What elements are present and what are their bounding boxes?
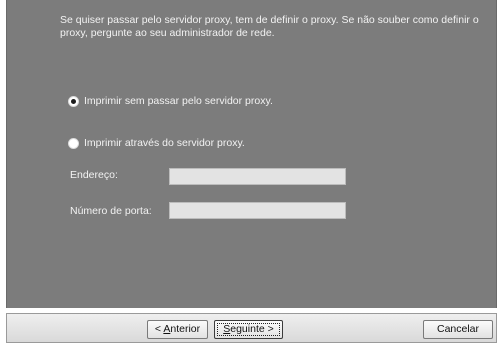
proxy-settings-dialog: Se quiser passar pelo servidor proxy, te…: [0, 0, 503, 347]
radio-no-proxy[interactable]: [68, 95, 79, 107]
radio-option-no-proxy[interactable]: Imprimir sem passar pelo servidor proxy.: [68, 94, 273, 108]
next-label-suffix: >: [264, 323, 274, 335]
port-input[interactable]: [169, 202, 346, 219]
button-bar: < Anterior Seguinte > Cancelar: [6, 313, 497, 343]
back-label-rest: nterior: [170, 323, 201, 335]
intro-text: Se quiser passar pelo servidor proxy, te…: [60, 14, 479, 39]
radio-use-proxy[interactable]: [68, 137, 79, 149]
content-panel: Se quiser passar pelo servidor proxy, te…: [6, 0, 497, 308]
next-label-rest: eguinte: [230, 323, 265, 335]
back-button[interactable]: < Anterior: [147, 320, 208, 339]
address-input[interactable]: [169, 168, 346, 185]
next-button[interactable]: Seguinte >: [214, 320, 283, 339]
radio-option-use-proxy[interactable]: Imprimir através do servidor proxy.: [68, 136, 245, 150]
radio-use-proxy-label[interactable]: Imprimir através do servidor proxy.: [84, 137, 245, 149]
radio-no-proxy-label[interactable]: Imprimir sem passar pelo servidor proxy.: [84, 95, 273, 107]
port-label: Número de porta:: [70, 205, 152, 217]
cancel-button[interactable]: Cancelar: [423, 320, 493, 339]
address-label: Endereço:: [70, 169, 118, 181]
